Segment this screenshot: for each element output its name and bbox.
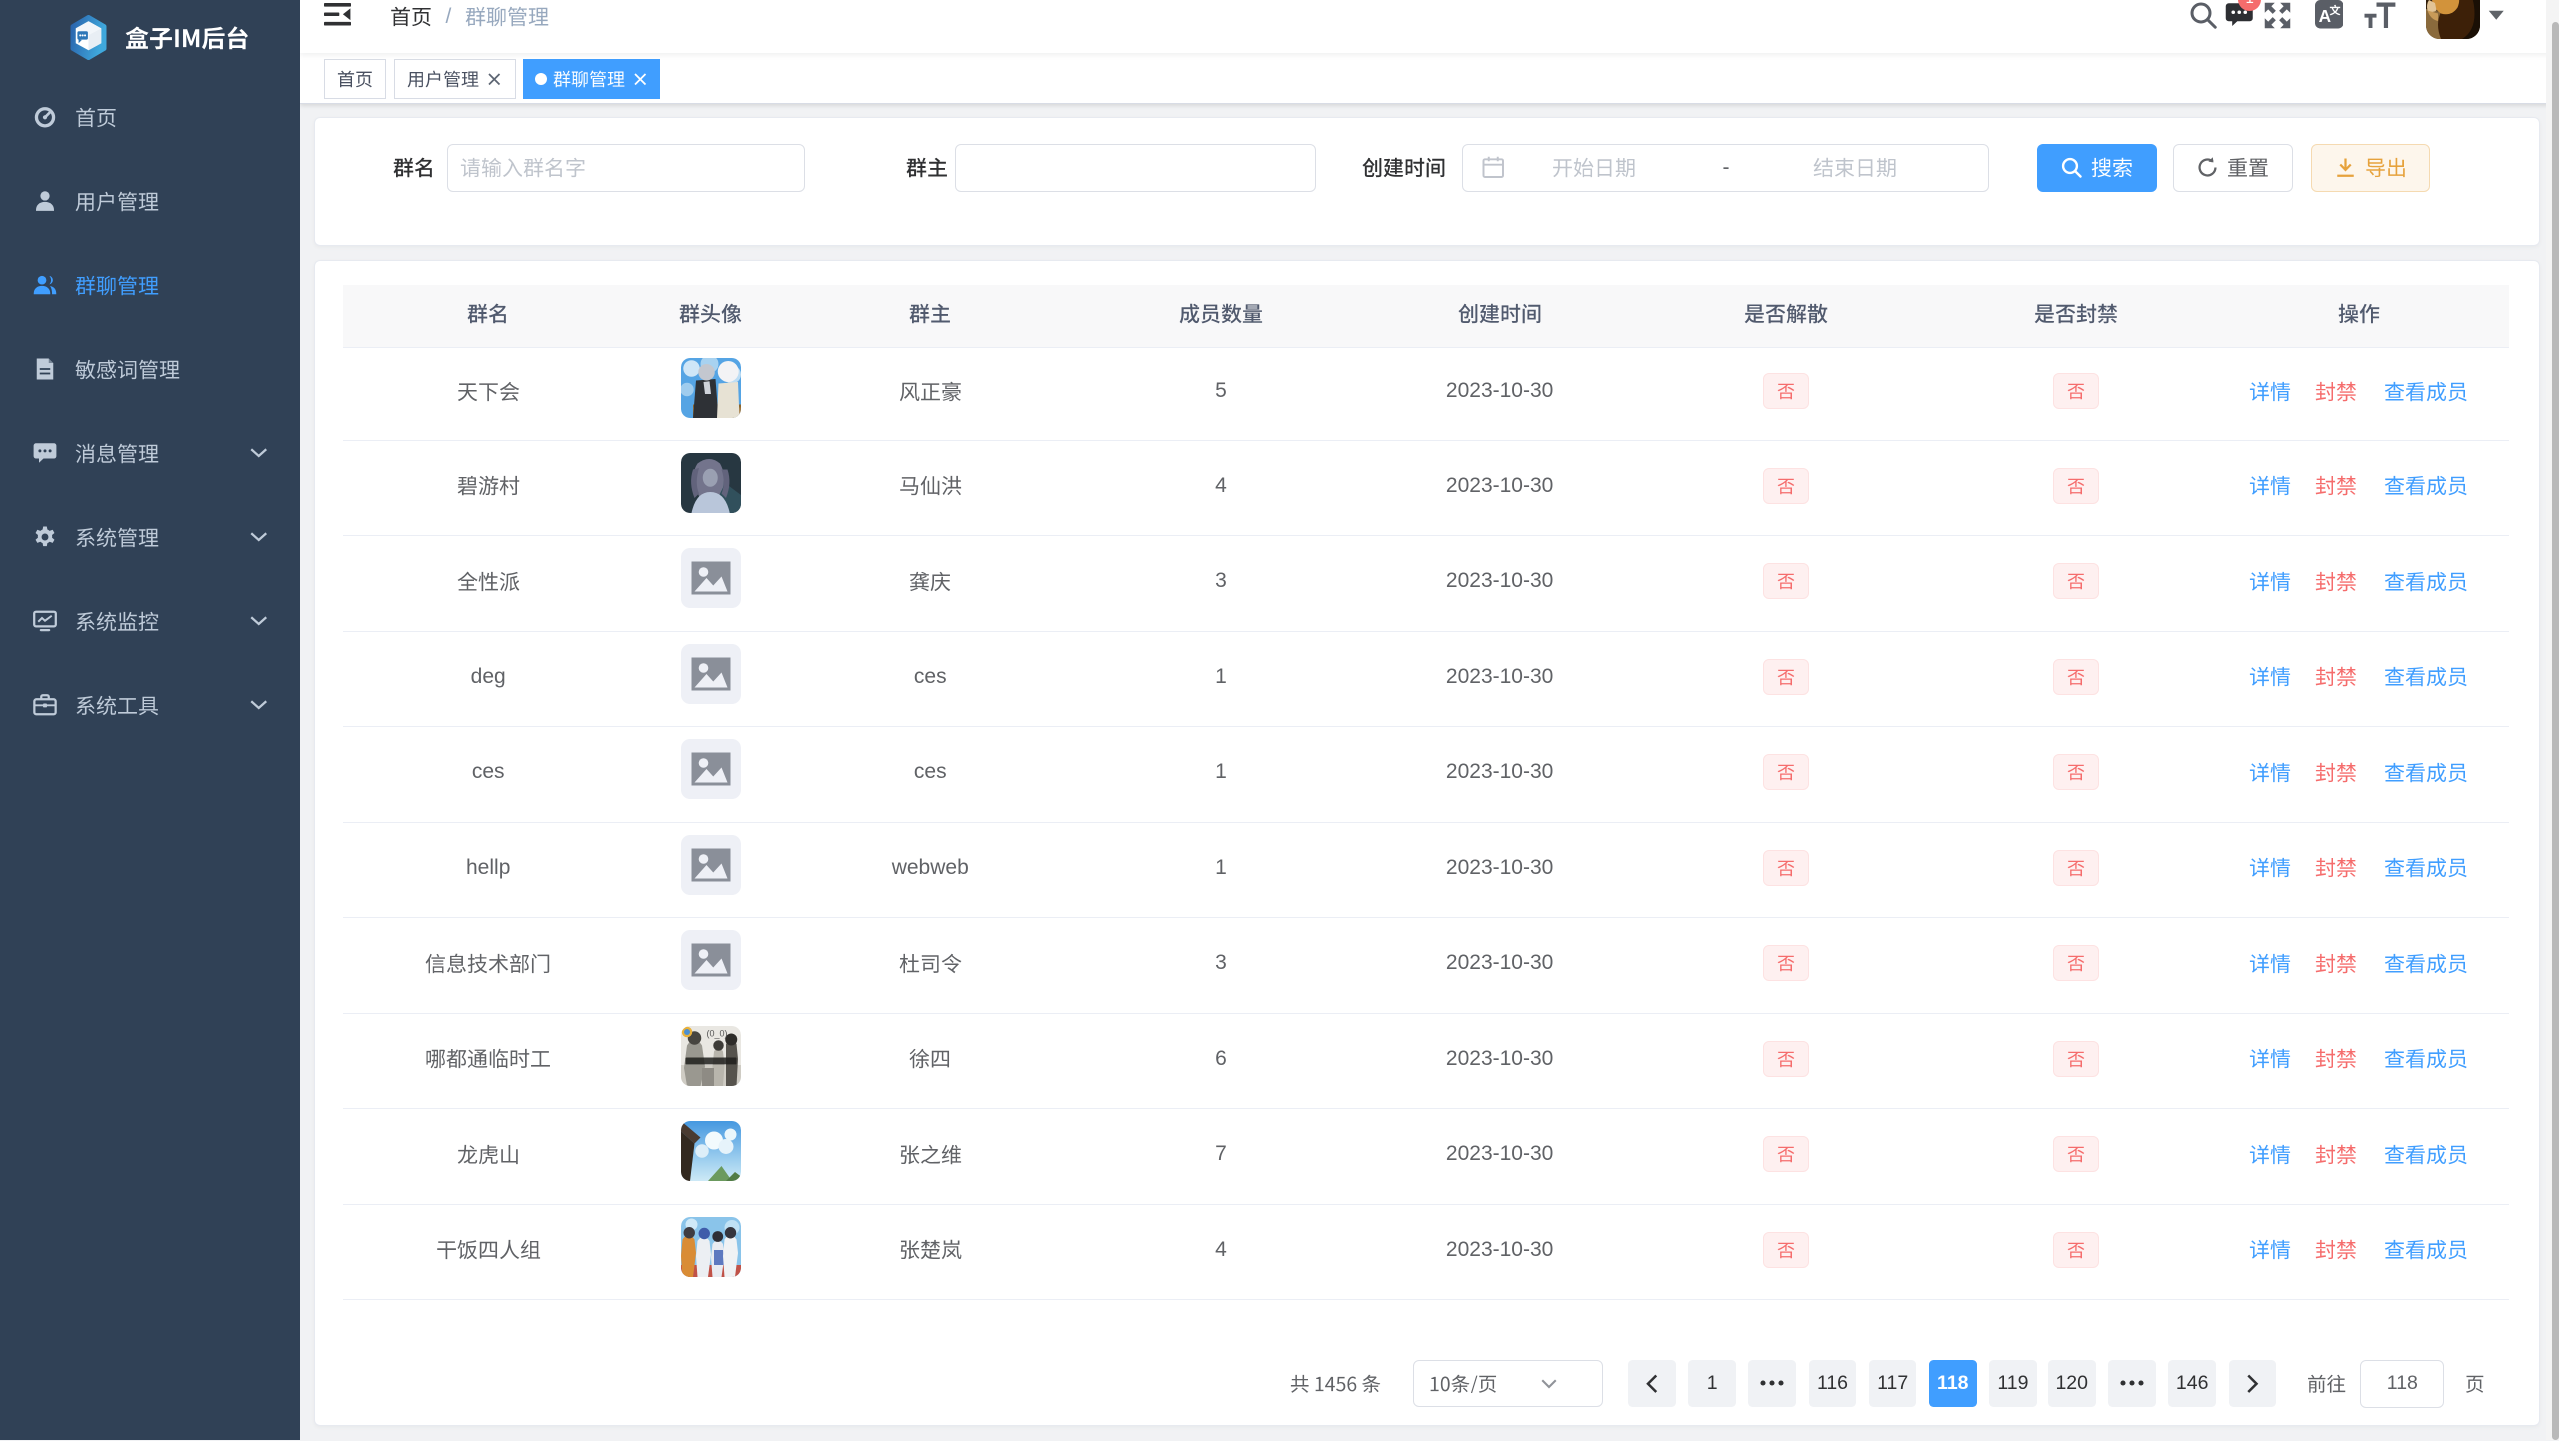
svg-text:A: A	[2318, 6, 2330, 26]
svg-text:(0_0): (0_0)	[706, 1028, 727, 1038]
